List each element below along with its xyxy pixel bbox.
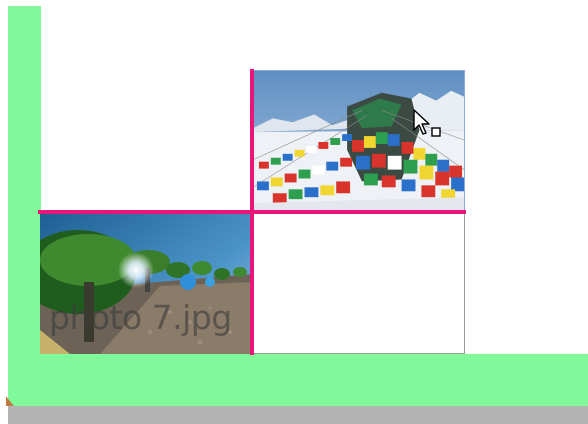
image-cell-prayer-flags[interactable] (252, 70, 465, 212)
bottom-scroll-bar[interactable] (8, 406, 588, 424)
vertical-guide-line (250, 69, 254, 355)
green-panel-bottom (8, 354, 588, 406)
canvas: photo 7.jpg (0, 0, 588, 424)
drop-copy-icon (413, 109, 441, 137)
photo-filename-label: photo 7.jpg (49, 298, 232, 337)
image-cell-photo-7[interactable]: photo 7.jpg (40, 212, 253, 354)
prayer-flags-image (253, 71, 464, 211)
green-panel-left (8, 6, 41, 406)
empty-grid-cell[interactable] (252, 212, 465, 354)
arrow-cursor-icon (412, 108, 446, 140)
left-edge-strip (0, 0, 8, 406)
